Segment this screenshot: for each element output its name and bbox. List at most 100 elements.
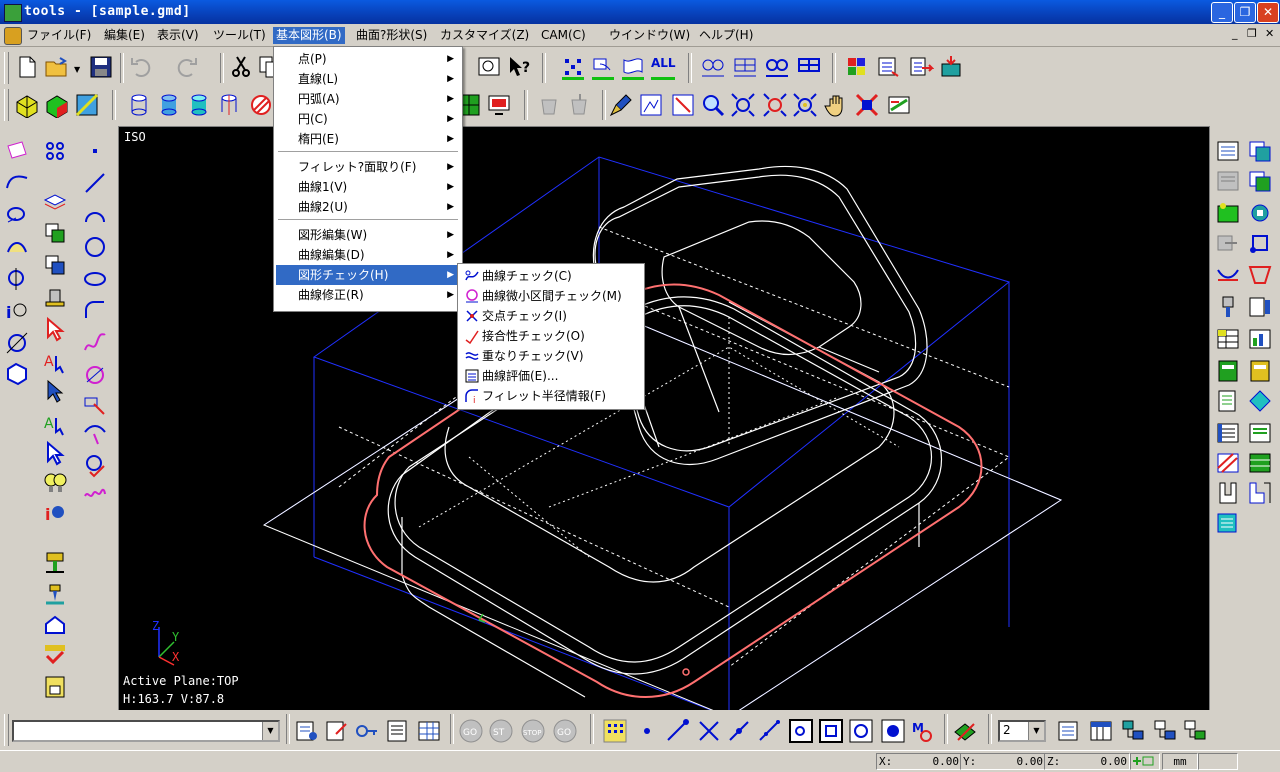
menu-item-curve-check[interactable]: 曲線チェック(C) xyxy=(460,266,642,286)
snap-mode-icon[interactable]: M xyxy=(910,718,936,744)
bulb-icon[interactable] xyxy=(42,470,68,496)
menu-item-intersection-check[interactable]: 交点チェック(I) xyxy=(460,306,642,326)
report-edit-icon[interactable] xyxy=(1215,388,1241,414)
redo-icon[interactable] xyxy=(174,54,200,80)
menu-item-point[interactable]: 点(P) ▶ xyxy=(276,49,460,69)
menu-item-overlap-check[interactable]: 重なりチェック(V) xyxy=(460,346,642,366)
help-pointer-icon[interactable]: ? xyxy=(506,54,532,80)
menu-item-line[interactable]: 直線(L) ▶ xyxy=(276,69,460,89)
layer-table-icon[interactable] xyxy=(1088,718,1114,744)
circles-icon[interactable] xyxy=(700,54,726,80)
surface-patch-icon[interactable] xyxy=(4,170,30,196)
point-icon[interactable] xyxy=(82,138,108,164)
surface-drape-icon[interactable] xyxy=(1247,262,1273,288)
snap-box-icon[interactable] xyxy=(818,718,844,744)
menu-file[interactable]: ファイル(F) xyxy=(24,27,94,44)
curve-select-icon[interactable] xyxy=(590,54,616,80)
cutter-icon[interactable] xyxy=(1215,294,1241,320)
copy-move-icon[interactable] xyxy=(42,220,68,246)
tool-save-icon[interactable] xyxy=(42,674,68,700)
hatch-icon[interactable] xyxy=(248,92,274,118)
select-text-icon[interactable]: A xyxy=(42,348,68,374)
snap-point-icon[interactable] xyxy=(634,718,660,744)
cam-list-icon[interactable] xyxy=(294,718,320,744)
menu-window[interactable]: ウインドウ(W) xyxy=(606,27,693,44)
offset-icon[interactable] xyxy=(4,330,30,356)
menu-edit[interactable]: 編集(E) xyxy=(101,27,148,44)
plane-rect-icon[interactable] xyxy=(4,138,30,164)
list-view-icon[interactable] xyxy=(1215,420,1241,446)
menu-item-curve-repair[interactable]: 曲線修正(R) ▶ xyxy=(276,285,460,305)
snap-perp-icon[interactable] xyxy=(756,718,782,744)
menu-item-micro-segment-check[interactable]: 曲線微小区間チェック(M) xyxy=(460,286,642,306)
menu-item-curve-evaluation[interactable]: 曲線評価(E)... xyxy=(460,366,642,386)
menu-item-fillet[interactable]: フィレット?面取り(F) ▶ xyxy=(276,157,460,177)
surface-fill-icon[interactable] xyxy=(1215,200,1241,226)
color-palette-icon[interactable] xyxy=(844,54,870,80)
menu-item-shape-check[interactable]: 図形チェック(H) ▶ xyxy=(276,265,460,285)
surface-blend-icon[interactable] xyxy=(1215,262,1241,288)
layer-icon[interactable] xyxy=(952,718,978,744)
zoom-area-icon[interactable] xyxy=(670,92,696,118)
select-all-button[interactable]: ALL xyxy=(651,56,676,70)
tool-drill-icon[interactable] xyxy=(42,582,68,608)
layer-select[interactable]: 2 ▼ xyxy=(998,720,1046,742)
grid-boxes-icon[interactable] xyxy=(732,54,758,80)
surface-project-icon[interactable] xyxy=(1215,230,1241,256)
menu-item-arc[interactable]: 円弧(A) ▶ xyxy=(276,89,460,109)
report-print-icon[interactable] xyxy=(1247,358,1273,384)
circle-icon[interactable] xyxy=(82,234,108,260)
brush-icon[interactable] xyxy=(608,92,634,118)
snap-grid-icon[interactable] xyxy=(602,718,628,744)
table-icon[interactable] xyxy=(1215,326,1241,352)
info-surface-icon[interactable]: i xyxy=(4,298,30,324)
menu-cam[interactable]: CAM(C) xyxy=(538,27,589,44)
tool-mill-icon[interactable] xyxy=(42,550,68,576)
minimize-button[interactable]: _ xyxy=(1211,2,1233,23)
layer-list-icon[interactable] xyxy=(1056,718,1082,744)
toolbar-grip[interactable] xyxy=(4,52,9,84)
edit-curve-icon[interactable] xyxy=(82,422,108,448)
curve1-icon[interactable] xyxy=(82,330,108,356)
select-area-icon[interactable] xyxy=(42,440,68,466)
shape-diamond-icon[interactable] xyxy=(1247,388,1273,414)
sweep-icon[interactable] xyxy=(4,202,30,228)
toolpath-check-icon[interactable] xyxy=(42,642,68,668)
cam-key-icon[interactable] xyxy=(354,718,380,744)
menu-help[interactable]: ヘルプ(H) xyxy=(696,27,756,44)
run-disabled-icon[interactable]: GO xyxy=(552,718,578,744)
snap-center-icon[interactable] xyxy=(848,718,874,744)
shaded-view-icon[interactable] xyxy=(14,92,40,118)
layer-move-down-icon[interactable] xyxy=(1152,718,1178,744)
maximize-button[interactable]: ❐ xyxy=(1234,2,1256,23)
menu-item-continuity-check[interactable]: 接合性チェック(O) xyxy=(460,326,642,346)
stop-disabled-icon[interactable]: STOP xyxy=(520,718,546,744)
new-file-icon[interactable] xyxy=(14,54,40,80)
mdi-minimize-button[interactable]: _ xyxy=(1232,27,1238,40)
cam-table-icon[interactable] xyxy=(416,718,442,744)
surface-offset-icon[interactable] xyxy=(1247,200,1273,226)
surface-edit-icon[interactable] xyxy=(1215,168,1241,194)
undo-icon[interactable] xyxy=(128,54,154,80)
cam-sheet-icon[interactable] xyxy=(384,718,410,744)
snap-origin-icon[interactable] xyxy=(788,718,814,744)
fillet-icon[interactable] xyxy=(82,298,108,324)
rotate-view-icon[interactable] xyxy=(854,92,880,118)
close-button[interactable]: ✕ xyxy=(1257,2,1279,23)
bucket-disabled-icon[interactable] xyxy=(536,92,562,118)
grid-points-icon[interactable] xyxy=(560,54,586,80)
command-combo[interactable]: ▼ xyxy=(12,720,280,742)
menu-item-curve2[interactable]: 曲線2(U) ▶ xyxy=(276,197,460,217)
doc-table-icon[interactable] xyxy=(1215,510,1241,536)
chart-icon[interactable] xyxy=(1247,326,1273,352)
copy-array-icon[interactable] xyxy=(42,252,68,278)
monitor-icon[interactable] xyxy=(486,92,512,118)
app-icon[interactable] xyxy=(4,4,22,22)
line-icon[interactable] xyxy=(82,170,108,196)
grid-boxes-bold-icon[interactable] xyxy=(796,54,822,80)
surface-list-icon[interactable] xyxy=(1215,138,1241,164)
repair-curve-icon[interactable] xyxy=(82,482,108,508)
select-arrow-icon[interactable] xyxy=(42,378,68,404)
cylinder-icon[interactable] xyxy=(126,92,152,118)
snap-mid-icon[interactable] xyxy=(726,718,752,744)
